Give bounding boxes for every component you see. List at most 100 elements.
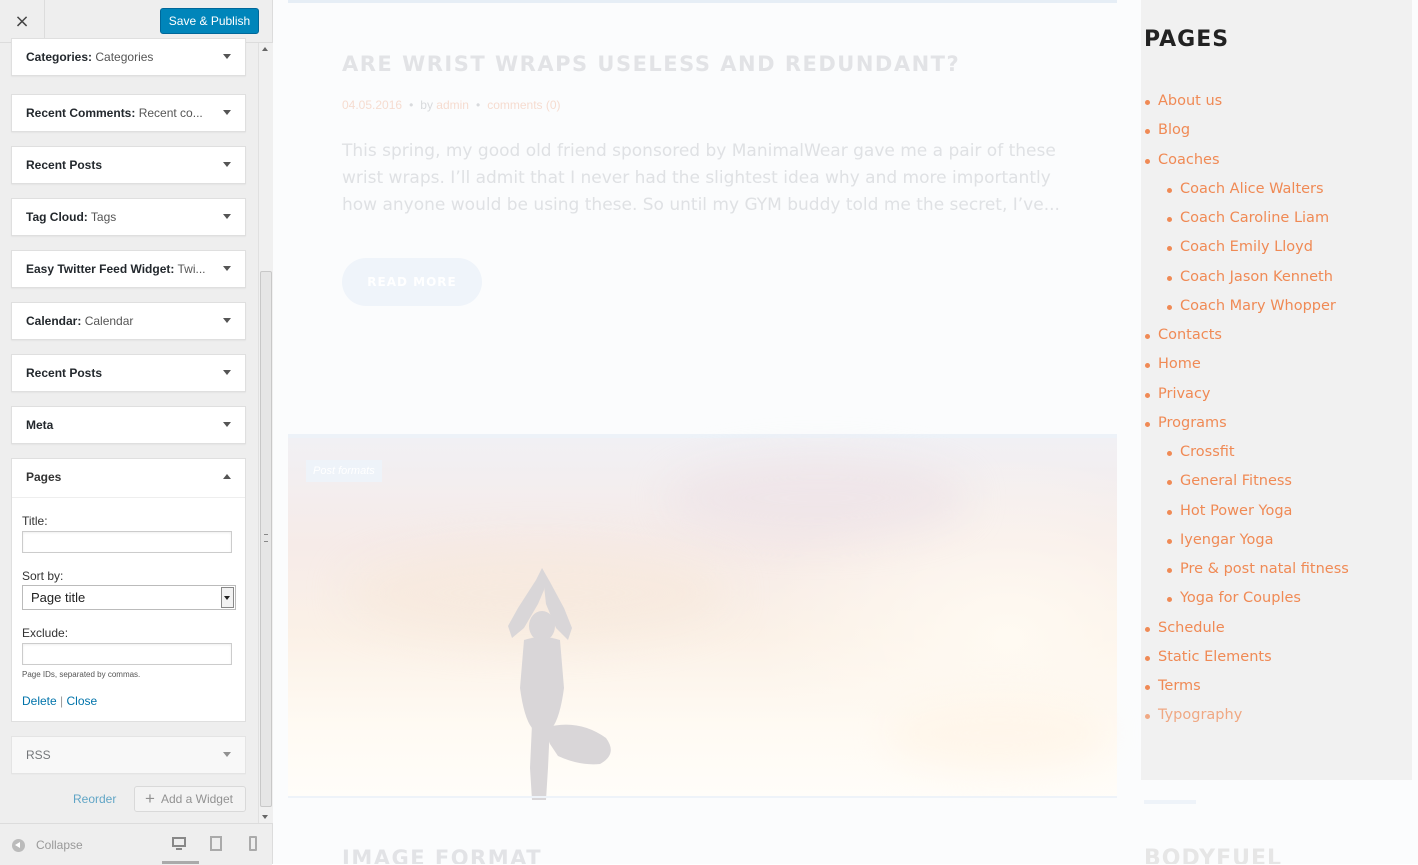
exclude-hint: Page IDs, separated by commas. (22, 670, 141, 679)
page-link[interactable]: Pre & post natal fitness (1167, 561, 1349, 577)
page-link[interactable]: About us (1144, 93, 1222, 109)
page-link[interactable]: Coach Alice Walters (1167, 181, 1324, 197)
desktop-preview-icon[interactable] (171, 836, 189, 852)
widget-calendar[interactable]: Calendar: Calendar (11, 302, 246, 340)
widget-meta[interactable]: Meta (11, 406, 246, 444)
widget-pages-title: Pages (26, 470, 62, 484)
page-link[interactable]: Programs (1145, 415, 1227, 431)
widget-type: Easy Twitter Feed Widget (26, 262, 171, 276)
post-author[interactable]: admin (436, 98, 469, 112)
sort-by-value: Page title (31, 590, 86, 605)
exclude-label: Exclude: (22, 626, 69, 640)
post-title[interactable]: ARE WRIST WRAPS USELESS AND REDUNDANT? (342, 52, 960, 76)
sidebar-title: PAGES (1144, 27, 1230, 52)
page-link[interactable]: Coach Emily Lloyd (1167, 239, 1313, 255)
widget-type: RSS (26, 748, 51, 762)
delete-link[interactable]: Delete (22, 694, 57, 708)
page-link[interactable]: Coaches (1145, 152, 1220, 168)
widget-recent-posts-2[interactable]: Recent Posts (11, 354, 246, 392)
widget-recent-comments[interactable]: Recent Comments: Recent co... (11, 94, 246, 132)
next-post-title[interactable]: IMAGE FORMAT (342, 846, 542, 864)
sort-by-select[interactable]: Page title (22, 585, 236, 610)
page-link[interactable]: General Fitness (1167, 473, 1292, 489)
panel-footer: Collapse (0, 823, 272, 865)
widget-recent-posts[interactable]: Recent Posts (11, 146, 246, 184)
page-link[interactable]: Schedule (1145, 620, 1225, 636)
widget-type: Recent Posts (26, 366, 103, 380)
widget-rss[interactable]: RSS (11, 736, 246, 774)
page-link[interactable]: Typography (1144, 707, 1242, 723)
expand-arrow-icon[interactable] (223, 110, 231, 115)
widget-type: Meta (26, 418, 54, 432)
reorder-link[interactable]: Reorder (73, 792, 116, 806)
widget-type: Calendar (26, 314, 78, 328)
page-link[interactable]: Coach Caroline Liam (1166, 210, 1329, 226)
title-input[interactable] (22, 531, 232, 553)
widget-type: Categories (26, 50, 89, 64)
page-link[interactable]: Blog (1144, 122, 1190, 138)
scroll-down-icon[interactable] (262, 815, 268, 819)
post-format-badge[interactable]: Post formats (306, 460, 382, 482)
page-link[interactable]: Yoga for Couples (1167, 590, 1301, 606)
expand-arrow-icon[interactable] (223, 370, 231, 375)
expand-arrow-icon[interactable] (223, 752, 231, 757)
page-link[interactable]: Iyengar Yoga (1167, 532, 1274, 548)
post-featured-image[interactable]: Post formats (288, 434, 1117, 800)
post-meta: 04.05.2016 • by admin • comments (0) (342, 98, 561, 112)
page-link[interactable]: Static Elements (1145, 649, 1272, 665)
page-link[interactable]: Coach Jason Kenneth (1167, 269, 1333, 285)
page-link[interactable]: Hot Power Yoga (1166, 503, 1292, 519)
page-link[interactable]: Privacy (1145, 386, 1211, 402)
page-link[interactable]: Crossfit (1167, 444, 1235, 460)
save-publish-button[interactable]: Save & Publish (160, 8, 259, 34)
widget-subtitle: Categories (95, 50, 154, 64)
page-link[interactable]: Contacts (1145, 327, 1222, 343)
exclude-input[interactable] (22, 643, 232, 665)
customizer-panel: × Save & Publish Categories: Categories … (0, 0, 273, 865)
post-comments[interactable]: comments (0) (487, 98, 560, 112)
dropdown-arrow-icon[interactable] (221, 587, 234, 608)
divider (1144, 800, 1196, 804)
actions-separator: | (60, 694, 64, 708)
close-link[interactable]: Close (67, 694, 98, 708)
collapse-button[interactable]: Collapse (12, 838, 83, 852)
mobile-preview-icon[interactable] (245, 836, 263, 852)
expand-arrow-icon[interactable] (223, 214, 231, 219)
collapse-label: Collapse (36, 838, 83, 852)
read-more-button[interactable]: READ MORE (342, 258, 482, 306)
expand-arrow-icon[interactable] (223, 266, 231, 271)
collapse-arrow-icon[interactable] (223, 474, 231, 479)
post-date[interactable]: 04.05.2016 (342, 98, 402, 112)
expand-arrow-icon[interactable] (223, 318, 231, 323)
widget-type: Recent Comments (26, 106, 132, 120)
expand-arrow-icon[interactable] (223, 54, 231, 59)
page-link[interactable]: Terms (1145, 678, 1201, 694)
page-link[interactable]: Coach Mary Whopper (1167, 298, 1336, 314)
sidebar-next-title: BODYFUEL (1144, 846, 1283, 864)
tablet-preview-icon[interactable] (208, 836, 226, 852)
add-widget-label: Add a Widget (160, 792, 233, 806)
widget-twitter-feed[interactable]: Easy Twitter Feed Widget: Twi... (11, 250, 246, 288)
scrollbar-thumb[interactable] (260, 271, 272, 807)
widget-categories[interactable]: Categories: Categories (11, 38, 246, 76)
yoga-silhouette-image (508, 568, 611, 800)
add-widget-button[interactable]: + Add a Widget (134, 786, 246, 812)
panel-header: × Save & Publish (0, 0, 272, 43)
colon: : (83, 210, 88, 224)
widget-pages-header[interactable]: Pages (12, 459, 245, 498)
colon: : (77, 314, 82, 328)
widget-pages-expanded: Pages Title: Sort by: Page title Exclude… (11, 458, 246, 722)
widget-subtitle: Twi... (177, 262, 206, 276)
page-link[interactable]: Home (1145, 356, 1201, 372)
site-preview: ARE WRIST WRAPS USELESS AND REDUNDANT? 0… (273, 0, 1418, 864)
widget-tag-cloud[interactable]: Tag Cloud: Tags (11, 198, 246, 236)
sort-by-label: Sort by: (22, 569, 64, 583)
expand-arrow-icon[interactable] (223, 422, 231, 427)
widget-actions: Delete | Close (22, 694, 97, 708)
scroll-up-icon[interactable] (262, 47, 268, 51)
panel-scrollbar[interactable] (258, 43, 273, 823)
expand-arrow-icon[interactable] (223, 162, 231, 167)
post-excerpt: This spring, my good old friend sponsore… (342, 141, 1060, 215)
close-customizer-button[interactable]: × (0, 0, 45, 42)
plus-icon: + (145, 789, 155, 808)
